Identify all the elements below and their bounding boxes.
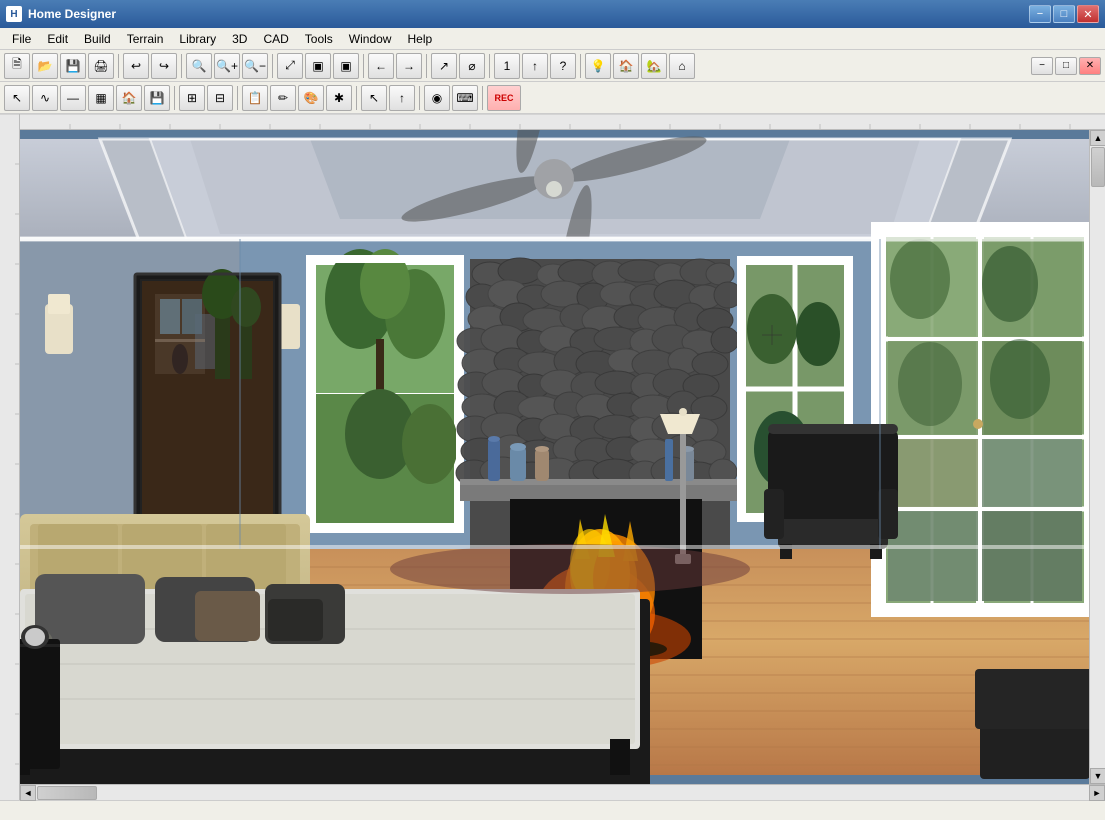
toolbar1-button[interactable]: ⌂ [669, 53, 695, 79]
toolbar1-button[interactable]: 🗎 [4, 53, 30, 79]
inner-window-controls: −□✕ [1031, 57, 1101, 75]
toolbar-separator [489, 54, 490, 78]
toolbar2-button[interactable]: ↖ [4, 85, 30, 111]
scroll-down-button[interactable]: ▼ [1090, 768, 1105, 784]
toolbar1: 🗎📂💾🖨↩↪🔍🔍+🔍−⤢▣▣←→↗⌀1↑?💡🏠🏡⌂−□✕ [0, 50, 1105, 82]
scroll-thumb-bottom[interactable] [37, 786, 97, 800]
toolbar2: ↖∿—▦🏠💾⊞⊟📋✏🎨✱↖↑◉⌨REC [0, 82, 1105, 114]
toolbar2-button[interactable]: ▦ [88, 85, 114, 111]
menu-item-window[interactable]: Window [341, 30, 400, 48]
toolbar1-button[interactable]: 🔍 [186, 53, 212, 79]
toolbar2-button[interactable]: 📋 [242, 85, 268, 111]
toolbar2-button[interactable]: ∿ [32, 85, 58, 111]
toolbar1-button[interactable]: ▣ [333, 53, 359, 79]
status-bar [0, 800, 1105, 820]
maximize-button[interactable]: □ [1053, 5, 1075, 23]
menu-bar: FileEditBuildTerrainLibrary3DCADToolsWin… [0, 28, 1105, 50]
toolbar2-button[interactable]: 🏠 [116, 85, 142, 111]
toolbar-separator [272, 54, 273, 78]
toolbar-separator [356, 86, 357, 110]
toolbar2-button[interactable]: 🎨 [298, 85, 324, 111]
inner-maximize-button[interactable]: □ [1055, 57, 1077, 75]
toolbar1-button[interactable]: 🔍− [242, 53, 268, 79]
toolbar1-button[interactable]: ⤢ [277, 53, 303, 79]
toolbar2-button[interactable]: REC [487, 85, 521, 111]
minimize-button[interactable]: − [1029, 5, 1051, 23]
toolbar-separator [237, 86, 238, 110]
ruler-left [0, 114, 20, 800]
app-icon: H [6, 6, 22, 22]
toolbar2-button[interactable]: — [60, 85, 86, 111]
scroll-track-right[interactable] [1090, 146, 1105, 768]
toolbar1-button[interactable]: 💾 [60, 53, 86, 79]
toolbar2-button[interactable]: 💾 [144, 85, 170, 111]
toolbar1-button[interactable]: 💡 [585, 53, 611, 79]
menu-item-library[interactable]: Library [171, 30, 224, 48]
toolbar1-button[interactable]: 🔍+ [214, 53, 240, 79]
inner-minimize-button[interactable]: − [1031, 57, 1053, 75]
toolbar1-button[interactable]: 🏠 [613, 53, 639, 79]
menu-item-help[interactable]: Help [399, 30, 440, 48]
toolbar-separator [181, 54, 182, 78]
scroll-right-button[interactable]: ► [1089, 785, 1105, 801]
scroll-left-button[interactable]: ◄ [20, 785, 36, 801]
menu-item-edit[interactable]: Edit [39, 30, 76, 48]
scroll-thumb-right[interactable] [1091, 147, 1105, 187]
toolbar1-button[interactable]: ▣ [305, 53, 331, 79]
scrollbar-right[interactable]: ▲ ▼ [1089, 130, 1105, 784]
toolbar1-button[interactable]: → [396, 53, 422, 79]
toolbar1-button[interactable]: ↗ [431, 53, 457, 79]
ruler-top [20, 114, 1105, 130]
menu-item-cad[interactable]: CAD [255, 30, 296, 48]
toolbar2-button[interactable]: ↑ [389, 85, 415, 111]
inner-close-button[interactable]: ✕ [1079, 57, 1101, 75]
menu-item-terrain[interactable]: Terrain [119, 30, 172, 48]
toolbar-separator [174, 86, 175, 110]
toolbar2-button[interactable]: ↖ [361, 85, 387, 111]
toolbar1-button[interactable]: ↩ [123, 53, 149, 79]
toolbar1-button[interactable]: ↑ [522, 53, 548, 79]
toolbar2-button[interactable]: ✏ [270, 85, 296, 111]
toolbar1-button[interactable]: 🖨 [88, 53, 114, 79]
toolbar-separator [118, 54, 119, 78]
scroll-track-bottom[interactable] [36, 785, 1089, 800]
toolbar2-button[interactable]: ⌨ [452, 85, 478, 111]
toolbar-separator [482, 86, 483, 110]
scroll-up-button[interactable]: ▲ [1090, 130, 1105, 146]
toolbar-separator [419, 86, 420, 110]
close-button[interactable]: ✕ [1077, 5, 1099, 23]
toolbar2-button[interactable]: ◉ [424, 85, 450, 111]
toolbar-separator [426, 54, 427, 78]
menu-item-tools[interactable]: Tools [297, 30, 341, 48]
toolbar-separator [580, 54, 581, 78]
viewport[interactable] [20, 130, 1089, 784]
title-bar: H Home Designer − □ ✕ [0, 0, 1105, 28]
scrollbar-bottom[interactable]: ◄ ► [20, 784, 1105, 800]
toolbar2-button[interactable]: ⊟ [207, 85, 233, 111]
toolbar2-button[interactable]: ⊞ [179, 85, 205, 111]
toolbar1-button[interactable]: ⌀ [459, 53, 485, 79]
toolbar-separator [363, 54, 364, 78]
toolbar1-button[interactable]: 📂 [32, 53, 58, 79]
menu-item-build[interactable]: Build [76, 30, 119, 48]
toolbar1-button[interactable]: 🏡 [641, 53, 667, 79]
title-controls: − □ ✕ [1029, 5, 1099, 23]
menu-item-file[interactable]: File [4, 30, 39, 48]
toolbar1-button[interactable]: ? [550, 53, 576, 79]
3d-scene [20, 130, 1089, 784]
app-title: Home Designer [28, 7, 116, 21]
toolbar1-button[interactable]: ← [368, 53, 394, 79]
title-bar-left: H Home Designer [6, 6, 116, 22]
menu-item-3d[interactable]: 3D [224, 30, 255, 48]
toolbar2-button[interactable]: ✱ [326, 85, 352, 111]
toolbar1-button[interactable]: 1 [494, 53, 520, 79]
toolbar1-button[interactable]: ↪ [151, 53, 177, 79]
